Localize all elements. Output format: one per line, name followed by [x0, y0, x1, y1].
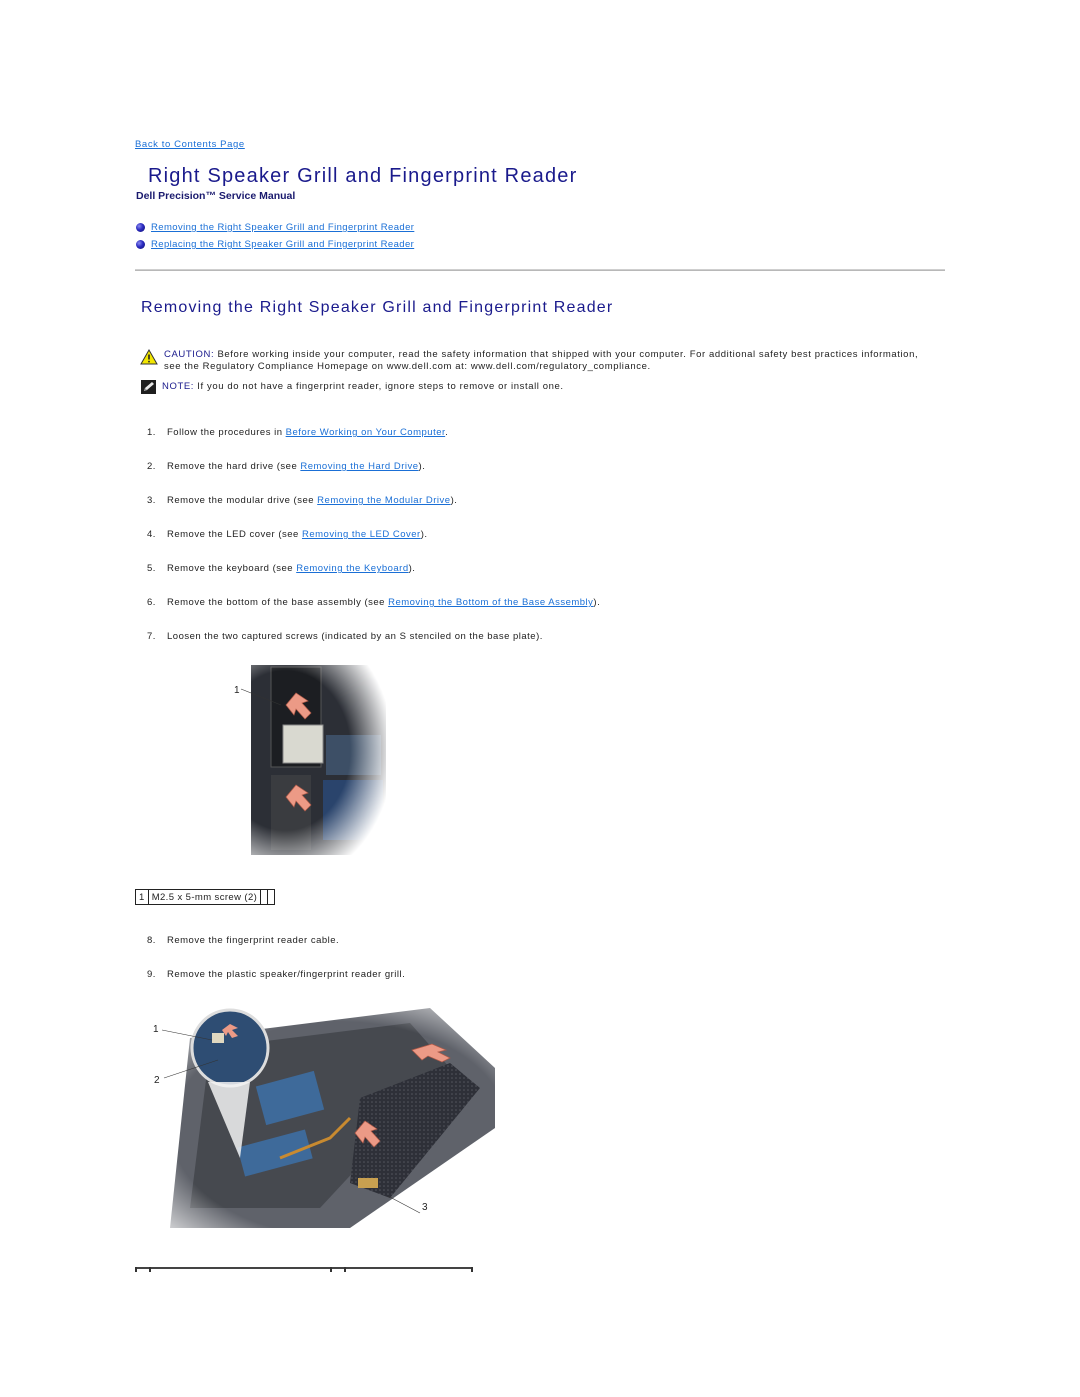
step-item: 9. Remove the plastic speaker/fingerprint…: [147, 969, 405, 1003]
step-text-end: ).: [418, 461, 426, 472]
step-item: 5. Remove the keyboard (see Removing the …: [147, 563, 600, 597]
step-link-modular-drive[interactable]: Removing the Modular Drive: [317, 495, 450, 506]
toc-item-removing: Removing the Right Speaker Grill and Fin…: [136, 219, 414, 236]
step-number: 5.: [147, 563, 156, 574]
legend-number: 1: [135, 889, 149, 905]
page-title: Right Speaker Grill and Fingerprint Read…: [148, 165, 578, 187]
screw-legend-table: 1 M2.5 x 5-mm screw (2): [135, 889, 276, 905]
step-text: Remove the fingerprint reader cable.: [167, 935, 340, 946]
note-pencil-icon: [141, 380, 156, 394]
step-link-keyboard[interactable]: Removing the Keyboard: [296, 563, 408, 574]
step-text-end: ).: [408, 563, 416, 574]
screws-illustration: 1: [231, 665, 386, 855]
step-number: 8.: [147, 935, 156, 946]
callout-3: 3: [422, 1202, 428, 1213]
caution-notice: CAUTION: Before working inside your comp…: [140, 349, 930, 373]
toc-item-replacing: Replacing the Right Speaker Grill and Fi…: [136, 236, 414, 253]
step-link-hard-drive[interactable]: Removing the Hard Drive: [300, 461, 418, 472]
step-item: 8. Remove the fingerprint reader cable.: [147, 935, 405, 969]
caution-text: Before working inside your computer, rea…: [164, 349, 919, 372]
legend-table-top-border: [135, 1267, 473, 1272]
step-number: 4.: [147, 529, 156, 540]
step-item: 7. Loosen the two captured screws (indica…: [147, 631, 600, 665]
step-text: Remove the LED cover (see: [167, 529, 302, 540]
callout-1: 1: [234, 685, 240, 696]
section-title-removing: Removing the Right Speaker Grill and Fin…: [141, 299, 614, 316]
warning-icon: [140, 349, 158, 365]
step-number: 6.: [147, 597, 156, 608]
step-number: 2.: [147, 461, 156, 472]
manual-subtitle: Dell Precision™ Service Manual: [136, 190, 296, 202]
caution-label: CAUTION:: [164, 349, 215, 360]
bullet-icon: [136, 240, 145, 249]
toc-link-removing[interactable]: Removing the Right Speaker Grill and Fin…: [151, 222, 414, 233]
toc-link-replacing[interactable]: Replacing the Right Speaker Grill and Fi…: [151, 239, 414, 250]
callout-1: 1: [153, 1024, 159, 1035]
horizontal-divider: [135, 269, 945, 271]
steps-list-continued: 8. Remove the fingerprint reader cable. 9…: [147, 935, 405, 1003]
step-item: 2. Remove the hard drive (see Removing th…: [147, 461, 600, 495]
step-text: Loosen the two captured screws (indicate…: [167, 631, 543, 642]
table-of-contents: Removing the Right Speaker Grill and Fin…: [136, 219, 414, 253]
callout-2: 2: [154, 1075, 160, 1086]
step-text-end: ).: [593, 597, 601, 608]
magnified-connector-inset: [190, 1008, 270, 1088]
bullet-icon: [136, 223, 145, 232]
table-row: 1 M2.5 x 5-mm screw (2): [135, 889, 276, 905]
speaker-grill-illustration: 1 2 3: [150, 1008, 495, 1228]
step-link-before-working[interactable]: Before Working on Your Computer: [286, 427, 446, 438]
note-notice: NOTE: If you do not have a fingerprint r…: [140, 380, 930, 394]
step-item: 4. Remove the LED cover (see Removing the…: [147, 529, 600, 563]
step-text-end: ).: [450, 495, 458, 506]
note-label: NOTE:: [162, 381, 195, 392]
step-number: 9.: [147, 969, 156, 980]
legend-empty-cell: [260, 889, 269, 905]
step-text: Remove the keyboard (see: [167, 563, 297, 574]
legend-label: M2.5 x 5-mm screw (2): [147, 889, 262, 905]
steps-list: 1. Follow the procedures in Before Workin…: [147, 427, 600, 665]
step-text: Remove the modular drive (see: [167, 495, 318, 506]
step-text: Remove the plastic speaker/fingerprint r…: [167, 969, 406, 980]
step-link-led-cover[interactable]: Removing the LED Cover: [302, 529, 421, 540]
step-text-end: ).: [420, 529, 428, 540]
step-item: 6. Remove the bottom of the base assembly…: [147, 597, 600, 631]
step-number: 1.: [147, 427, 156, 438]
back-to-contents-link[interactable]: Back to Contents Page: [135, 139, 245, 150]
step-number: 7.: [147, 631, 156, 642]
step-item: 3. Remove the modular drive (see Removing…: [147, 495, 600, 529]
step-number: 3.: [147, 495, 156, 506]
step-text: Follow the procedures in: [167, 427, 286, 438]
step-text-end: .: [445, 427, 449, 438]
step-text: Remove the bottom of the base assembly (…: [167, 597, 389, 608]
note-text: If you do not have a fingerprint reader,…: [197, 381, 564, 392]
step-text: Remove the hard drive (see: [167, 461, 301, 472]
legend-empty-cell: [267, 889, 276, 905]
step-link-base-assembly[interactable]: Removing the Bottom of the Base Assembly: [388, 597, 593, 608]
step-item: 1. Follow the procedures in Before Workin…: [147, 427, 600, 461]
